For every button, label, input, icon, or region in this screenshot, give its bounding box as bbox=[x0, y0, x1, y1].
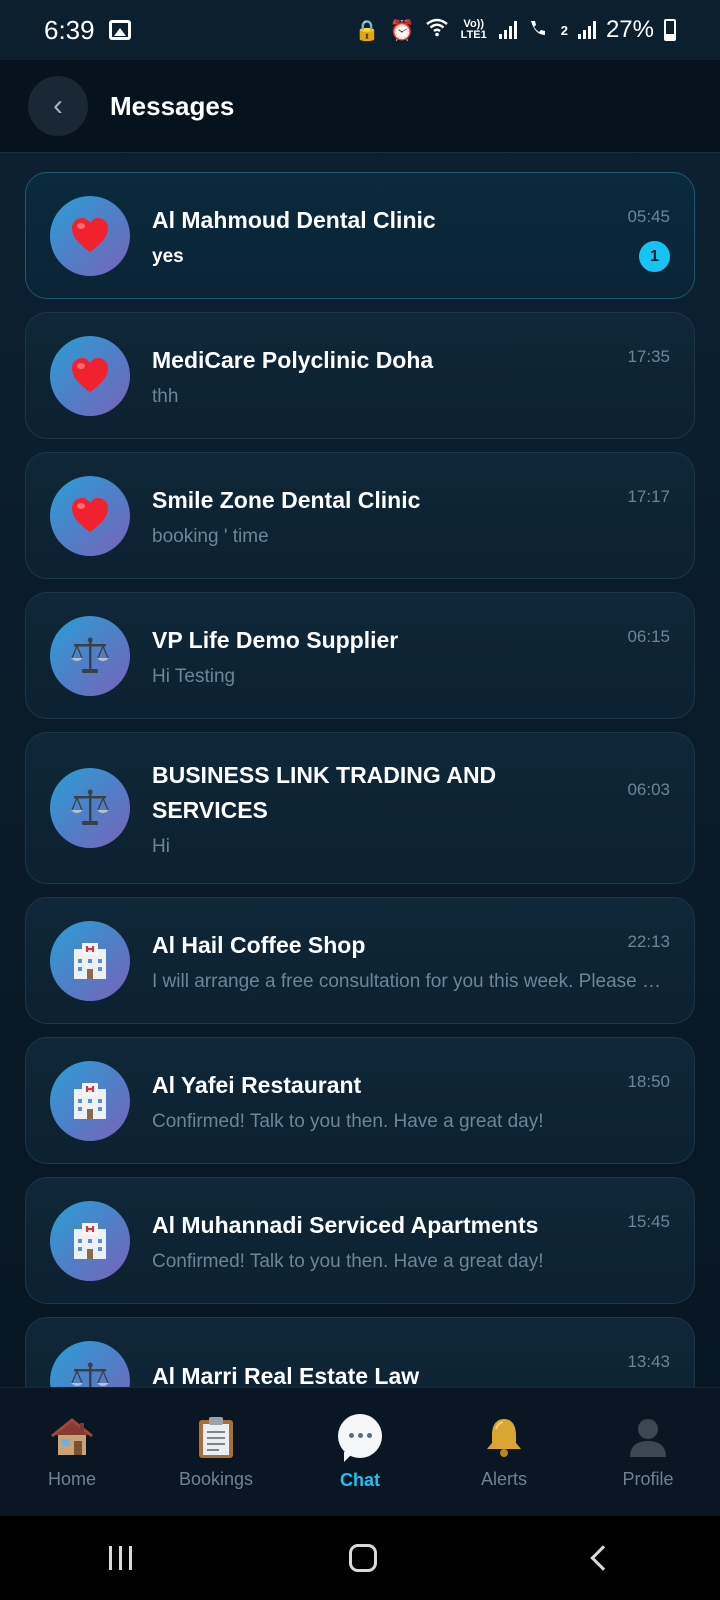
chat-time: 17:35 bbox=[627, 347, 670, 366]
scales-icon bbox=[68, 634, 112, 678]
heart-icon bbox=[70, 356, 110, 396]
back-button[interactable]: ‹ bbox=[28, 76, 88, 136]
scales-icon bbox=[68, 786, 112, 830]
chat-list[interactable]: Al Mahmoud Dental Clinic yes 05:45 1 Med… bbox=[0, 153, 720, 1387]
chat-name: Al Muhannadi Serviced Apartments bbox=[152, 1212, 539, 1238]
unread-badge: 1 bbox=[639, 241, 670, 272]
alarm-icon: ⏰ bbox=[389, 19, 415, 42]
chat-preview: Hi Testing bbox=[152, 666, 236, 687]
chat-preview: I will arrange a free consultation for y… bbox=[152, 971, 662, 992]
chat-name: Al Hail Coffee Shop bbox=[152, 932, 366, 958]
chat-time: 18:50 bbox=[627, 1072, 670, 1091]
scales-icon bbox=[68, 1359, 112, 1387]
hospital-icon bbox=[68, 939, 112, 983]
avatar bbox=[50, 1200, 130, 1281]
chat-name: VP Life Demo Supplier bbox=[152, 627, 399, 653]
bottom-nav: Home Bookings Chat Alerts Profile bbox=[0, 1387, 720, 1516]
chat-item[interactable]: Smile Zone Dental Clinic booking ' time … bbox=[25, 452, 695, 579]
chat-preview: thh bbox=[152, 386, 179, 407]
chat-time: 22:13 bbox=[627, 932, 670, 951]
hospital-icon bbox=[68, 1219, 112, 1263]
chat-preview: Confirmed! Talk to you then. Have a grea… bbox=[152, 1251, 544, 1272]
chat-name: Al Marri Real Estate Law bbox=[152, 1363, 420, 1387]
nav-bookings[interactable]: Bookings bbox=[144, 1415, 288, 1490]
heart-icon bbox=[70, 216, 110, 256]
chat-preview: Hi bbox=[152, 836, 170, 857]
battery-icon bbox=[664, 19, 676, 41]
chat-time: 17:17 bbox=[627, 487, 670, 506]
chat-item[interactable]: Al Muhannadi Serviced Apartments Confirm… bbox=[25, 1177, 695, 1304]
status-time: 6:39 bbox=[44, 14, 95, 45]
nav-profile[interactable]: Profile bbox=[576, 1415, 720, 1490]
chat-time: 15:45 bbox=[627, 1212, 670, 1231]
chevron-left-icon: ‹ bbox=[53, 89, 63, 122]
chat-item[interactable]: MediCare Polyclinic Doha thh 17:35 bbox=[25, 312, 695, 439]
signal-bars-2-icon bbox=[577, 21, 596, 39]
signal-bars-icon bbox=[498, 21, 517, 39]
chat-preview: Confirmed! Talk to you then. Have a grea… bbox=[152, 1111, 544, 1132]
nav-chat[interactable]: Chat bbox=[288, 1413, 432, 1491]
speech-bubble-icon bbox=[338, 1413, 382, 1462]
avatar bbox=[50, 1060, 130, 1141]
wifi-icon bbox=[425, 17, 449, 43]
chat-name: Al Mahmoud Dental Clinic bbox=[152, 207, 436, 233]
lock-icon: 🔒 bbox=[354, 19, 380, 42]
avatar bbox=[50, 615, 130, 696]
avatar bbox=[50, 920, 130, 1001]
chat-item[interactable]: Al Hail Coffee Shop I will arrange a fre… bbox=[25, 897, 695, 1024]
home-button[interactable] bbox=[348, 1544, 377, 1572]
chat-time: 06:15 bbox=[627, 627, 670, 646]
chat-time: 06:03 bbox=[627, 780, 670, 799]
chat-item[interactable]: Al Marri Real Estate Law 13:43 bbox=[25, 1317, 695, 1387]
chat-name: Smile Zone Dental Clinic bbox=[152, 487, 421, 513]
nav-alerts-label: Alerts bbox=[480, 1468, 527, 1489]
page-title: Messages bbox=[110, 90, 235, 121]
battery-percent: 27% bbox=[605, 16, 654, 43]
chat-item[interactable]: Al Mahmoud Dental Clinic yes 05:45 1 bbox=[25, 172, 695, 299]
nav-home-label: Home bbox=[47, 1468, 96, 1489]
avatar bbox=[50, 475, 130, 556]
wifi-calling-icon bbox=[527, 17, 551, 43]
heart-icon bbox=[70, 496, 110, 536]
nav-home[interactable]: Home bbox=[0, 1415, 144, 1490]
gallery-notification-icon bbox=[108, 20, 131, 40]
avatar bbox=[50, 1340, 130, 1387]
chat-time: 13:43 bbox=[627, 1352, 670, 1371]
chat-name: Al Yafei Restaurant bbox=[152, 1072, 362, 1098]
chat-item[interactable]: BUSINESS LINK TRADING AND SERVICES Hi 06… bbox=[25, 732, 695, 884]
recent-apps-button[interactable] bbox=[108, 1546, 132, 1570]
chat-item[interactable]: VP Life Demo Supplier Hi Testing 06:15 bbox=[25, 592, 695, 719]
chat-item[interactable]: Al Yafei Restaurant Confirmed! Talk to y… bbox=[25, 1037, 695, 1164]
user-silhouette-icon bbox=[626, 1415, 670, 1459]
nav-profile-label: Profile bbox=[622, 1468, 674, 1489]
chat-time: 05:45 bbox=[627, 207, 670, 226]
status-bar: 6:39 🔒 ⏰ Vo)) LTE1 2 27% bbox=[0, 0, 720, 60]
clipboard-icon bbox=[194, 1415, 238, 1459]
volte-label: Vo)) LTE1 bbox=[460, 18, 487, 41]
chat-name: BUSINESS LINK TRADING AND SERVICES bbox=[152, 762, 497, 823]
nav-bookings-label: Bookings bbox=[178, 1468, 254, 1489]
avatar bbox=[50, 195, 130, 276]
avatar bbox=[50, 335, 130, 416]
system-nav-bar bbox=[0, 1516, 720, 1600]
chat-preview: booking ' time bbox=[152, 526, 269, 547]
nav-alerts[interactable]: Alerts bbox=[432, 1415, 576, 1490]
bell-icon bbox=[482, 1415, 526, 1459]
app-header: ‹ Messages bbox=[0, 60, 720, 153]
nav-chat-label: Chat bbox=[340, 1469, 380, 1490]
chat-name: MediCare Polyclinic Doha bbox=[152, 347, 434, 373]
house-icon bbox=[50, 1415, 94, 1459]
system-back-button[interactable] bbox=[589, 1545, 616, 1571]
hospital-icon bbox=[68, 1079, 112, 1123]
sim2-label: 2 bbox=[560, 22, 568, 38]
avatar bbox=[50, 768, 130, 848]
chat-preview: yes bbox=[152, 246, 184, 267]
